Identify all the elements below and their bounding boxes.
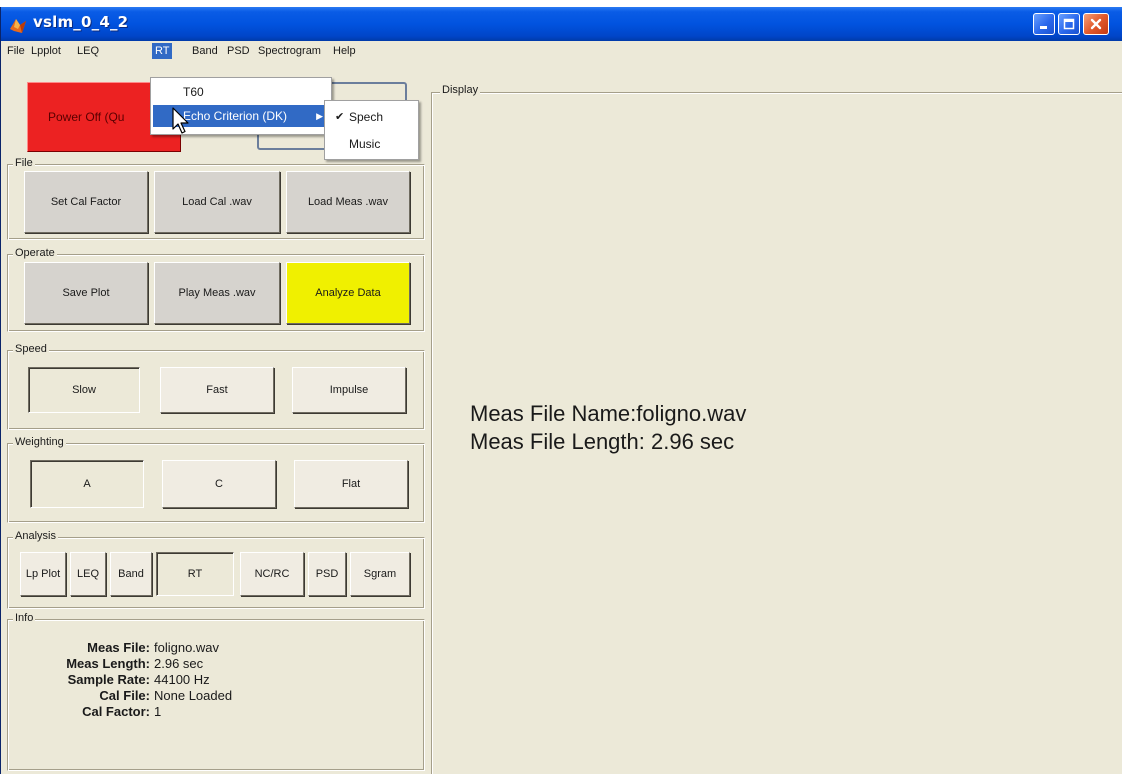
submenu-item-spech[interactable]: ✔ Spech <box>327 106 417 128</box>
analysis-group-title: Analysis <box>13 530 58 542</box>
info-row-sample-rate: Sample Rate: 44100 Hz <box>8 672 424 688</box>
menu-rt[interactable]: RT <box>152 43 173 59</box>
analysis-leq-button[interactable]: LEQ <box>70 552 106 596</box>
info-group-title: Info <box>13 612 36 624</box>
load-cal-wav-button[interactable]: Load Cal .wav <box>154 171 280 233</box>
info-row-meas-length: Meas Length: 2.96 sec <box>8 656 424 672</box>
info-key-cal-factor: Cal Factor: <box>82 704 150 719</box>
info-row-cal-file: Cal File: None Loaded <box>8 688 424 704</box>
info-row-meas-file: Meas File: foligno.wav <box>8 640 424 656</box>
speed-group: Speed Slow Fast Impulse <box>7 343 425 430</box>
menu-band[interactable]: Band <box>189 43 221 59</box>
maximize-button[interactable] <box>1058 13 1080 35</box>
menu-bar: File Lpplot LEQ RT Band PSD Spectrogram … <box>1 41 1122 60</box>
display-meas-file-name: Meas File Name:foligno.wav <box>470 401 747 426</box>
close-icon <box>1090 18 1102 30</box>
weighting-a-button[interactable]: A <box>30 460 144 508</box>
submenu-item-music-label: Music <box>349 137 381 151</box>
analysis-band-button[interactable]: Band <box>110 552 152 596</box>
title-bar[interactable]: vslm_0_4_2 <box>1 7 1122 41</box>
info-value-meas-length: 2.96 sec <box>154 656 204 671</box>
weighting-group: Weighting A C Flat <box>7 436 425 523</box>
speed-impulse-button[interactable]: Impulse <box>292 367 406 413</box>
menu-psd[interactable]: PSD <box>224 43 253 59</box>
weighting-c-button[interactable]: C <box>162 460 276 508</box>
speed-fast-button[interactable]: Fast <box>160 367 274 413</box>
info-key-meas-file: Meas File: <box>87 640 150 655</box>
info-value-cal-factor: 1 <box>154 704 162 719</box>
file-group: File Set Cal Factor Load Cal .wav Load M… <box>7 157 425 240</box>
speed-slow-button[interactable]: Slow <box>28 367 140 413</box>
load-meas-wav-button[interactable]: Load Meas .wav <box>286 171 410 233</box>
submenu-item-music[interactable]: Music <box>327 133 417 155</box>
file-group-title: File <box>13 157 35 169</box>
display-text: Meas File Name:foligno.wav Meas File Len… <box>470 400 746 456</box>
operate-group: Operate Save Plot Play Meas .wav Analyze… <box>7 247 425 332</box>
rt-menu-item-t60[interactable]: T60 <box>153 81 329 103</box>
submenu-item-spech-label: Spech <box>349 110 384 124</box>
operate-group-title: Operate <box>13 247 57 259</box>
info-value-meas-file: foligno.wav <box>154 640 220 655</box>
mouse-cursor-icon <box>172 107 189 134</box>
analysis-psd-button[interactable]: PSD <box>308 552 346 596</box>
save-plot-button[interactable]: Save Plot <box>24 262 148 324</box>
info-key-meas-length: Meas Length: <box>66 656 150 671</box>
info-key-cal-file: Cal File: <box>99 688 150 703</box>
menu-lpplot[interactable]: Lpplot <box>28 43 64 59</box>
analysis-sgram-button[interactable]: Sgram <box>350 552 410 596</box>
menu-leq[interactable]: LEQ <box>74 43 102 59</box>
rt-menu-item-t60-label: T60 <box>183 85 204 99</box>
submenu-arrow-icon: ▶ <box>316 111 323 121</box>
echo-criterion-submenu: ✔ Spech Music <box>324 100 419 160</box>
menu-help[interactable]: Help <box>330 43 359 59</box>
info-row-cal-factor: Cal Factor: 1 <box>8 704 424 720</box>
minimize-button[interactable] <box>1033 13 1055 35</box>
menu-file[interactable]: File <box>4 43 28 59</box>
analyze-data-button[interactable]: Analyze Data <box>286 262 410 324</box>
window-title: vslm_0_4_2 <box>33 13 129 31</box>
rt-menu-item-echo-criterion-label: Echo Criterion (DK) <box>183 109 288 123</box>
maximize-icon <box>1063 18 1075 30</box>
checkmark-icon: ✔ <box>335 111 345 123</box>
weighting-flat-button[interactable]: Flat <box>294 460 408 508</box>
info-value-cal-file: None Loaded <box>154 688 233 703</box>
minimize-icon <box>1040 26 1047 29</box>
close-button[interactable] <box>1083 13 1109 35</box>
display-meas-file-length: Meas File Length: 2.96 sec <box>470 429 735 454</box>
analysis-ncrc-button[interactable]: NC/RC <box>240 552 304 596</box>
set-cal-factor-button[interactable]: Set Cal Factor <box>24 171 148 233</box>
display-panel: Display Meas File Name:foligno.wav Meas … <box>431 84 1122 774</box>
play-meas-wav-button[interactable]: Play Meas .wav <box>154 262 280 324</box>
display-title: Display <box>440 84 481 96</box>
matlab-app-icon <box>10 19 26 33</box>
speed-group-title: Speed <box>13 343 49 355</box>
analysis-lp-plot-button[interactable]: Lp Plot <box>20 552 66 596</box>
menu-spectrogram[interactable]: Spectrogram <box>255 43 324 59</box>
info-group: Info Meas File: foligno.wav Meas Length:… <box>7 612 425 771</box>
weighting-group-title: Weighting <box>13 436 66 448</box>
info-value-sample-rate: 44100 Hz <box>154 672 210 687</box>
analysis-group: Analysis Lp Plot LEQ Band RT NC/RC PSD S… <box>7 530 425 609</box>
analysis-rt-button[interactable]: RT <box>156 552 234 596</box>
info-key-sample-rate: Sample Rate: <box>67 672 150 687</box>
